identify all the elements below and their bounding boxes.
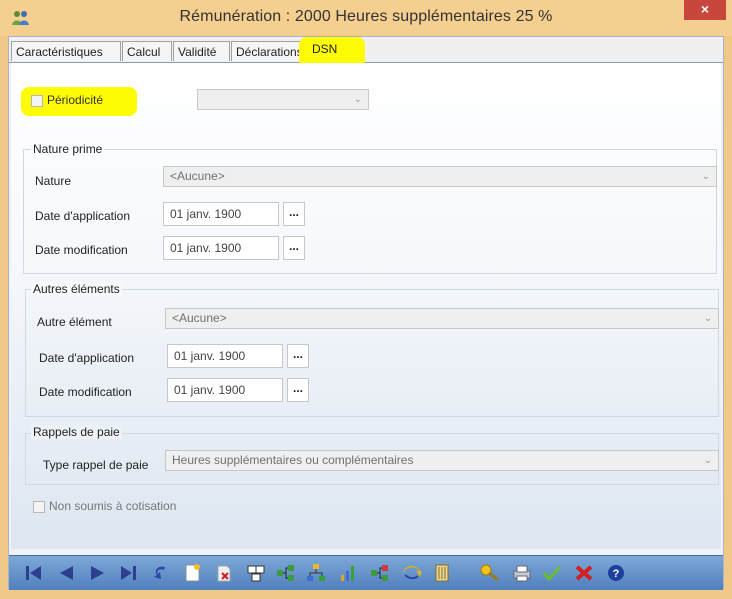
chevron-down-icon: ⌄ [353, 94, 362, 105]
periodicite-checkbox[interactable] [31, 95, 43, 107]
tab-caracteristiques[interactable]: Caractéristiques [11, 41, 121, 61]
undo-icon[interactable] [149, 563, 171, 583]
autres-date-application-field[interactable]: 01 janv. 1900 [167, 344, 283, 368]
nature-label: Nature [35, 174, 72, 188]
autres-date-application-picker-button[interactable]: ... [287, 344, 309, 368]
validate-icon[interactable] [541, 563, 563, 583]
autre-element-label: Autre élément [37, 315, 112, 329]
type-rappel-select[interactable]: Heures supplémentaires ou complémentaire… [165, 450, 719, 471]
window-title: Rémunération : 2000 Heures supplémentair… [179, 8, 553, 25]
autres-date-modification-label: Date modification [39, 385, 132, 399]
periodicite-label: Périodicité [47, 93, 104, 107]
chevron-down-icon: ⌄ [703, 455, 712, 466]
chevron-down-icon: ⌄ [703, 313, 712, 324]
tree-link-icon[interactable] [369, 563, 391, 583]
autre-element-select[interactable]: <Aucune> ⌄ [165, 308, 719, 329]
nature-date-modification-field[interactable]: 01 janv. 1900 [163, 236, 279, 260]
autres-date-application-label: Date d'application [39, 351, 135, 365]
autres-elements-title: Autres éléments [31, 282, 122, 296]
autres-date-modification-field[interactable]: 01 janv. 1900 [167, 378, 283, 402]
tree-add-icon[interactable] [275, 563, 297, 583]
nature-date-application-picker-button[interactable]: ... [283, 202, 305, 226]
autre-element-value: <Aucune> [172, 311, 227, 325]
nature-value: <Aucune> [170, 169, 225, 183]
chart-add-icon[interactable] [337, 563, 359, 583]
title-bar: Rémunération : 2000 Heures supplémentair… [0, 0, 732, 36]
dialog-content: Caractéristiques Calcul Validité Déclara… [8, 36, 724, 590]
nature-date-modification-picker-button[interactable]: ... [283, 236, 305, 260]
new-document-icon[interactable] [181, 563, 203, 583]
nature-prime-title: Nature prime [31, 142, 105, 156]
autres-date-modification-picker-button[interactable]: ... [287, 378, 309, 402]
type-rappel-value: Heures supplémentaires ou complémentaire… [172, 453, 414, 467]
next-record-icon[interactable] [87, 563, 109, 583]
help-icon[interactable]: ? [605, 563, 627, 583]
dsn-panel: Périodicité ⌄ Nature prime Nature <Aucun… [11, 63, 721, 549]
navigation-toolbar: ? [9, 555, 723, 590]
window: Rémunération : 2000 Heures supplémentair… [0, 0, 732, 599]
rappels-de-paie-title: Rappels de paie [31, 425, 122, 439]
chevron-down-icon: ⌄ [701, 171, 710, 182]
nature-date-application-field[interactable]: 01 janv. 1900 [163, 202, 279, 226]
svg-text:?: ? [613, 568, 620, 580]
first-record-icon[interactable] [23, 563, 45, 583]
close-button[interactable]: × [684, 0, 726, 20]
tab-dsn[interactable]: DSN [308, 37, 348, 63]
import-icon[interactable] [401, 563, 423, 583]
nature-select[interactable]: <Aucune> ⌄ [163, 166, 717, 187]
copy-icon[interactable] [245, 563, 267, 583]
delete-document-icon[interactable] [213, 563, 235, 583]
nature-date-application-label: Date d'application [35, 209, 131, 223]
tab-declarations[interactable]: Déclarations [231, 41, 307, 61]
non-soumis-label: Non soumis à cotisation [49, 499, 177, 513]
tab-strip: Caractéristiques Calcul Validité Déclara… [9, 37, 723, 63]
print-icon[interactable] [511, 563, 533, 583]
last-record-icon[interactable] [117, 563, 139, 583]
tab-validite[interactable]: Validité [173, 41, 230, 61]
search-key-icon[interactable] [479, 563, 501, 583]
non-soumis-checkbox[interactable] [33, 501, 45, 513]
archive-icon[interactable] [431, 563, 453, 583]
periodicite-select[interactable]: ⌄ [197, 89, 369, 110]
previous-record-icon[interactable] [55, 563, 77, 583]
type-rappel-label: Type rappel de paie [43, 458, 149, 472]
tab-calcul[interactable]: Calcul [122, 41, 172, 61]
nature-date-modification-label: Date modification [35, 243, 128, 257]
hierarchy-icon[interactable] [305, 563, 327, 583]
cancel-icon[interactable] [573, 563, 595, 583]
